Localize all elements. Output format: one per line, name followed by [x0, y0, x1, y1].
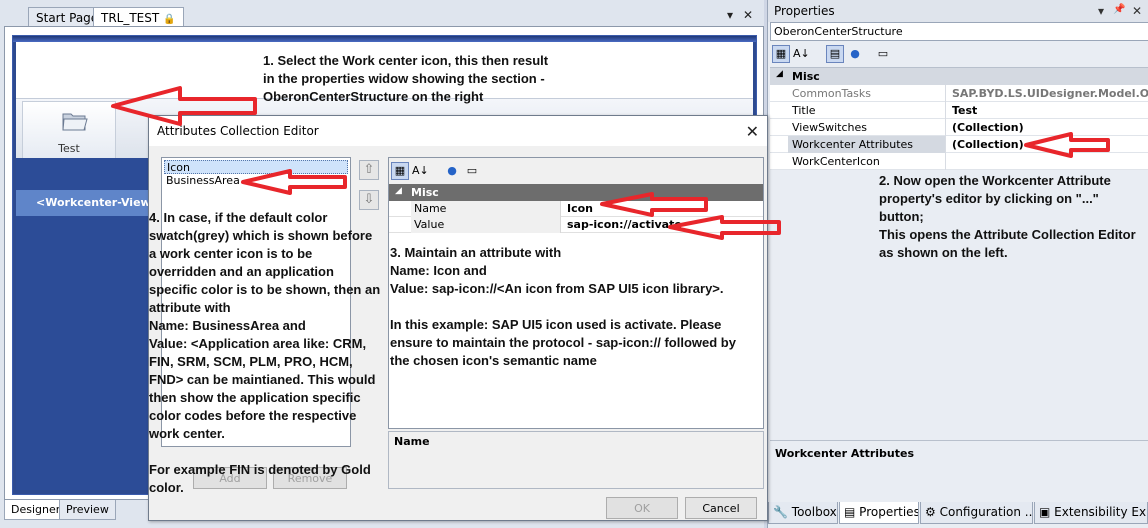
folder-icon [62, 113, 88, 131]
extensibility-icon: ▣ [1039, 505, 1051, 519]
move-down-button[interactable]: ⇩ [359, 190, 379, 210]
object-selector[interactable]: OberonCenterStructure [770, 22, 1148, 41]
cancel-button[interactable]: Cancel [685, 497, 757, 519]
alphabetical-icon[interactable]: A↓ [411, 162, 429, 180]
property-category[interactable]: ◢ Misc [389, 184, 763, 201]
property-name: Title [788, 102, 946, 119]
tab-properties[interactable]: ▤ Properties [839, 502, 919, 524]
lock-icon: 🔒 [163, 14, 176, 25]
property-name: ViewSwitches [788, 119, 946, 136]
property-row[interactable]: WorkCenterIcon [770, 153, 1148, 170]
properties-icon[interactable]: ▤ [826, 45, 844, 63]
property-row[interactable]: Title Test [770, 102, 1148, 119]
events-icon[interactable]: ● [443, 162, 461, 180]
tab-extensibility[interactable]: ▣ Extensibility Ex... [1034, 502, 1148, 524]
properties-toolbar: ▦ A↓ ▤ ● ▭ [770, 43, 1148, 65]
button-label: OK [634, 502, 650, 515]
wrench-icon: 🔧 [773, 505, 788, 519]
alphabetical-icon[interactable]: A↓ [792, 45, 810, 63]
annotation-step-4-example: For example FIN is denoted by Gold color… [149, 462, 371, 495]
tab-configuration[interactable]: ⚙ Configuration ... [920, 502, 1033, 524]
property-description: Workcenter Attributes [770, 440, 1148, 500]
property-description: Name [388, 431, 764, 489]
annotation-step-3: 3. Maintain an attribute with Name: Icon… [390, 245, 736, 368]
property-pages-icon[interactable]: ▭ [463, 162, 481, 180]
ok-button[interactable]: OK [606, 497, 678, 519]
property-name: WorkCenterIcon [788, 153, 946, 170]
property-grid-toolbar: ▦ A↓ ● ▭ [389, 158, 763, 184]
chevron-down-icon[interactable]: ▾ [1098, 4, 1104, 18]
document-tabstrip: Start Page TRL_TEST 🔒 ▾ ✕ [0, 3, 764, 27]
property-name: Name [411, 201, 561, 217]
description-title: Workcenter Attributes [775, 447, 915, 460]
tab-label: Properties [859, 505, 919, 519]
property-name: Workcenter Attributes [788, 136, 946, 153]
list-item[interactable]: BusinessArea [164, 174, 348, 188]
close-icon[interactable]: ✕ [1132, 4, 1142, 18]
description-title: Name [394, 435, 430, 448]
property-row[interactable]: CommonTasks SAP.BYD.LS.UIDesigner.Model.… [770, 85, 1148, 102]
events-icon[interactable]: ● [846, 45, 864, 63]
panel-bottom-tabs: 🔧 Toolbox ▤ Properties ⚙ Configuration .… [768, 502, 1148, 526]
tab-preview[interactable]: Preview [59, 500, 116, 520]
object-selector-value: OberonCenterStructure [774, 25, 903, 38]
collapse-icon[interactable]: ◢ [395, 186, 402, 196]
property-row[interactable]: Value sap-icon://activate [389, 217, 763, 233]
property-value[interactable]: sap-icon://activate [563, 217, 761, 233]
list-item-label: BusinessArea [166, 174, 240, 187]
arrow-down-icon: ⇩ [363, 192, 375, 207]
dialog-title: Attributes Collection Editor [157, 124, 319, 138]
tab-label: TRL_TEST [101, 11, 160, 25]
tab-label: Extensibility Ex... [1054, 505, 1148, 519]
workcenter-tile-label: Test [58, 142, 80, 155]
property-category[interactable]: ◢ Misc [770, 68, 1148, 85]
property-row[interactable]: ViewSwitches (Collection) [770, 119, 1148, 136]
property-value[interactable]: SAP.BYD.LS.UIDesigner.Model.Oberon [948, 85, 1148, 102]
properties-panel: Properties ▾ 📌 ✕ OberonCenterStructure ▦… [767, 0, 1148, 528]
categorized-icon[interactable]: ▦ [391, 162, 409, 180]
tab-label: Configuration ... [939, 505, 1033, 519]
config-icon: ⚙ [925, 505, 936, 519]
collapse-icon[interactable]: ◢ [776, 69, 783, 79]
property-name: CommonTasks [788, 85, 946, 102]
property-value[interactable]: Icon [563, 201, 761, 217]
annotation-step-4: 4. In case, if the default color swatch(… [149, 210, 381, 441]
property-value[interactable] [948, 153, 1148, 170]
annotation-step-1: 1. Select the Work center icon, this the… [263, 53, 549, 104]
arrow-up-icon: ⇧ [363, 162, 375, 177]
tab-label: Designer [11, 503, 61, 516]
property-grid: ◢ Misc CommonTasks SAP.BYD.LS.UIDesigner… [770, 67, 1148, 170]
workcenter-icon-tile[interactable]: Test [22, 101, 116, 159]
close-icon[interactable]: ✕ [740, 8, 756, 22]
annotation-step-2: 2. Now open the Workcenter Attribute pro… [879, 173, 1136, 260]
button-label: Cancel [702, 502, 740, 515]
tab-label: Preview [66, 503, 109, 516]
property-name: Value [411, 217, 561, 233]
property-pages-icon[interactable]: ▭ [874, 45, 892, 63]
property-row[interactable]: Name Icon [389, 201, 763, 217]
tab-label: Toolbox [791, 505, 837, 519]
tab-designer[interactable]: Designer [4, 500, 68, 520]
property-value[interactable]: (Collection) [948, 119, 1148, 136]
property-row-selected[interactable]: Workcenter Attributes (Collection) [770, 136, 1148, 153]
properties-title-bar: Properties ▾ 📌 ✕ [768, 0, 1148, 22]
panel-title: Properties [774, 4, 835, 18]
chevron-down-icon[interactable]: ▾ [722, 8, 738, 22]
properties-icon: ▤ [844, 505, 856, 519]
tab-label: Start Page [36, 11, 99, 25]
close-icon[interactable]: ✕ [746, 122, 759, 141]
move-up-button[interactable]: ⇧ [359, 160, 379, 180]
dialog-title-bar: Attributes Collection Editor ✕ [149, 116, 767, 146]
categorized-icon[interactable]: ▦ [772, 45, 790, 63]
tab-trl-test[interactable]: TRL_TEST 🔒 [93, 7, 184, 27]
property-value[interactable]: Test [948, 102, 1148, 119]
tab-toolbox[interactable]: 🔧 Toolbox [768, 502, 838, 524]
list-item-label: Icon [167, 161, 190, 174]
category-label: Misc [792, 70, 820, 83]
category-label: Misc [411, 186, 439, 199]
property-value[interactable]: (Collection) [948, 136, 1148, 153]
list-item[interactable]: Icon [164, 160, 348, 174]
pin-icon[interactable]: 📌 [1113, 4, 1125, 15]
